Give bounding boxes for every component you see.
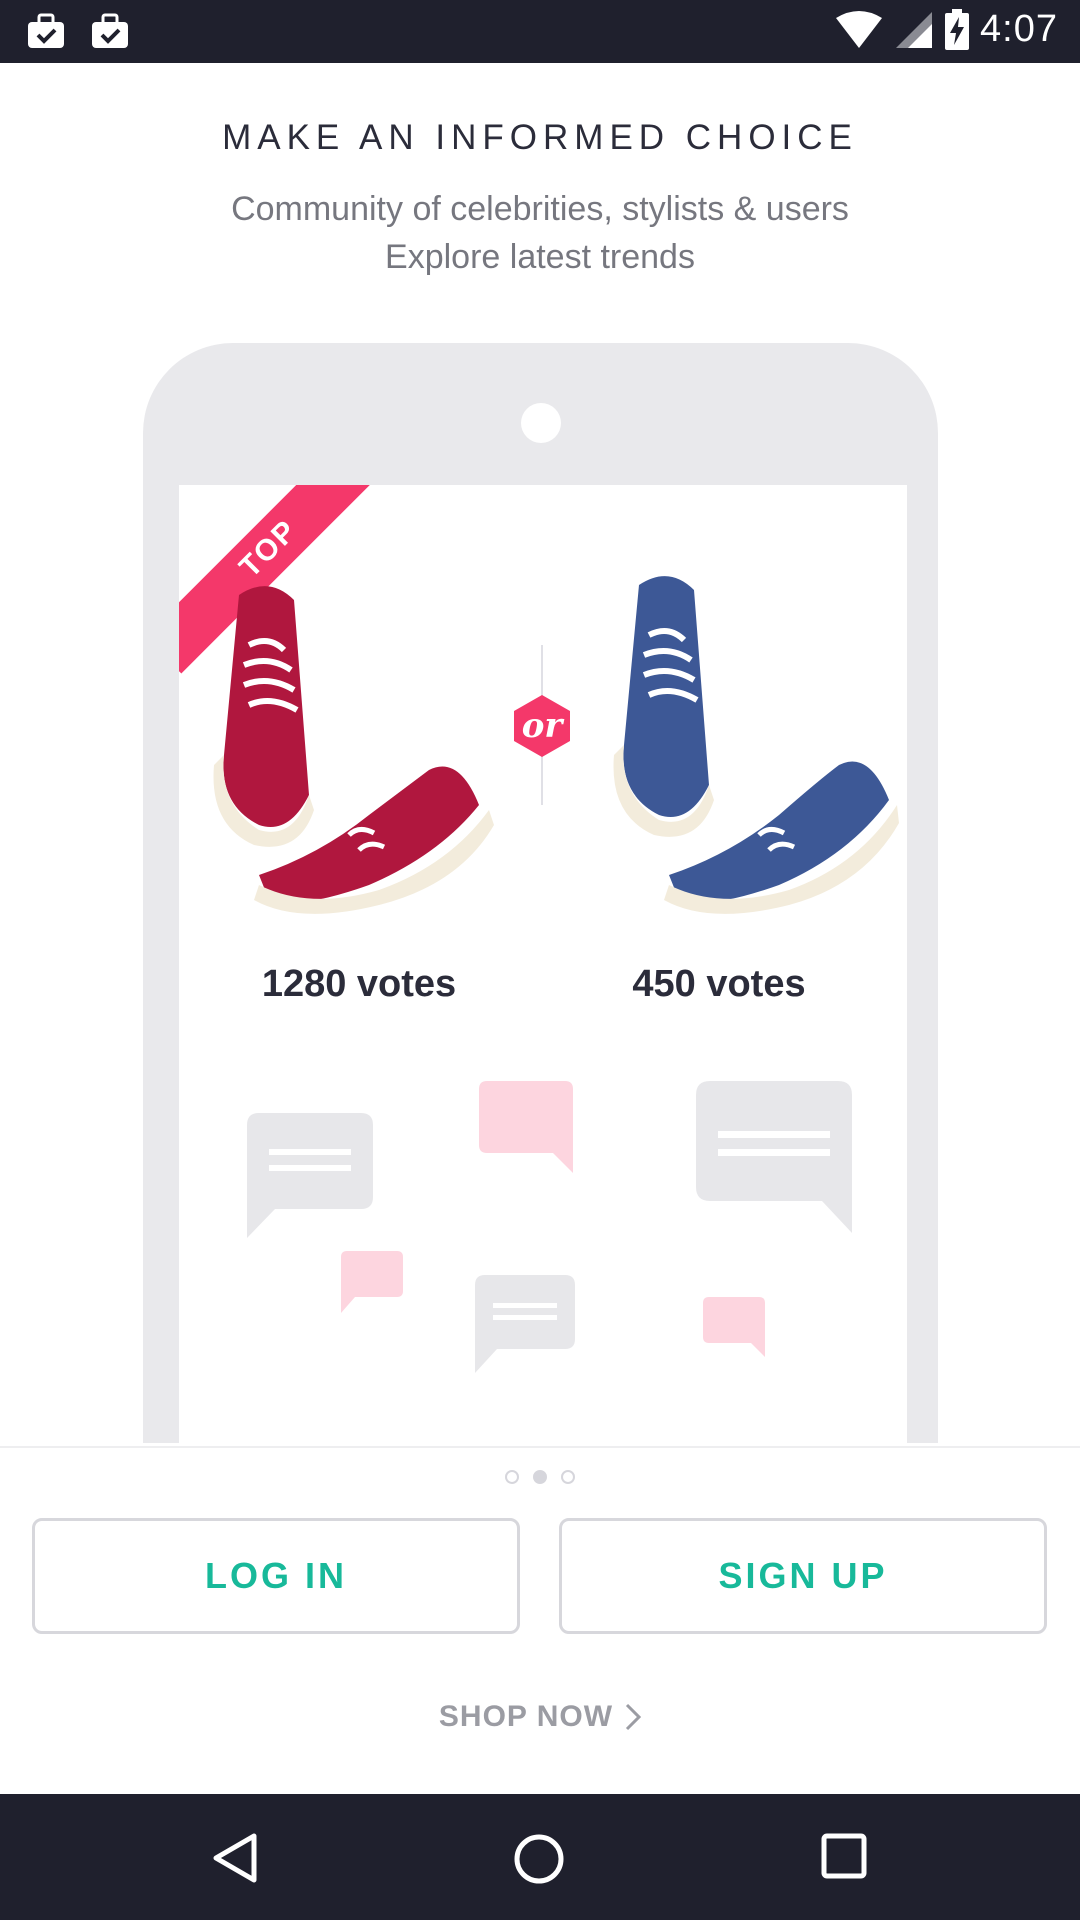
battery-charging-icon [945,8,970,50]
chat-bubble-icon [475,1275,575,1373]
recents-icon[interactable] [820,1832,868,1880]
phone-illustration: TOP or 1280 votes 450 votes [143,343,938,1443]
signup-button[interactable]: SIGN UP [559,1518,1047,1634]
chat-bubble-icon [341,1251,403,1313]
status-bar: 4:07 [0,0,1080,63]
briefcase-check-icon [28,13,64,48]
page-dot [505,1470,519,1484]
page-dot-active [533,1470,547,1484]
back-icon[interactable] [210,1832,260,1884]
blue-sneakers-image [613,576,899,914]
home-icon[interactable] [512,1832,566,1886]
page-indicator [0,1470,1080,1484]
page-dot [561,1470,575,1484]
chat-bubble-icon [696,1081,852,1233]
chat-bubble-icon [703,1297,765,1357]
phone-camera-dot [521,403,561,443]
bottom-actions: LOG IN SIGN UP SHOP NOW [0,1446,1080,1796]
clock: 4:07 [980,8,1058,50]
right-vote-count: 450 votes [632,963,806,1005]
signal-icon [896,11,933,48]
chat-bubble-icon [247,1113,373,1238]
red-sneakers-image [213,586,494,914]
wifi-icon [836,10,883,48]
or-label: or [521,706,563,746]
shop-now-link[interactable]: SHOP NOW [0,1700,1080,1734]
subtitle-line-1: Community of celebrities, stylists & use… [231,190,849,228]
phone-screen: TOP or 1280 votes 450 votes [179,485,907,1443]
chat-bubble-icon [479,1081,573,1173]
briefcase-check-icon [92,13,128,48]
chevron-right-icon [626,1703,642,1731]
login-button[interactable]: LOG IN [32,1518,520,1634]
page-title: MAKE AN INFORMED CHOICE [222,118,858,157]
subtitle-line-2: Explore latest trends [385,238,695,276]
left-vote-count: 1280 votes [261,963,457,1005]
navigation-bar [0,1794,1080,1920]
shop-now-label: SHOP NOW [438,1700,614,1733]
